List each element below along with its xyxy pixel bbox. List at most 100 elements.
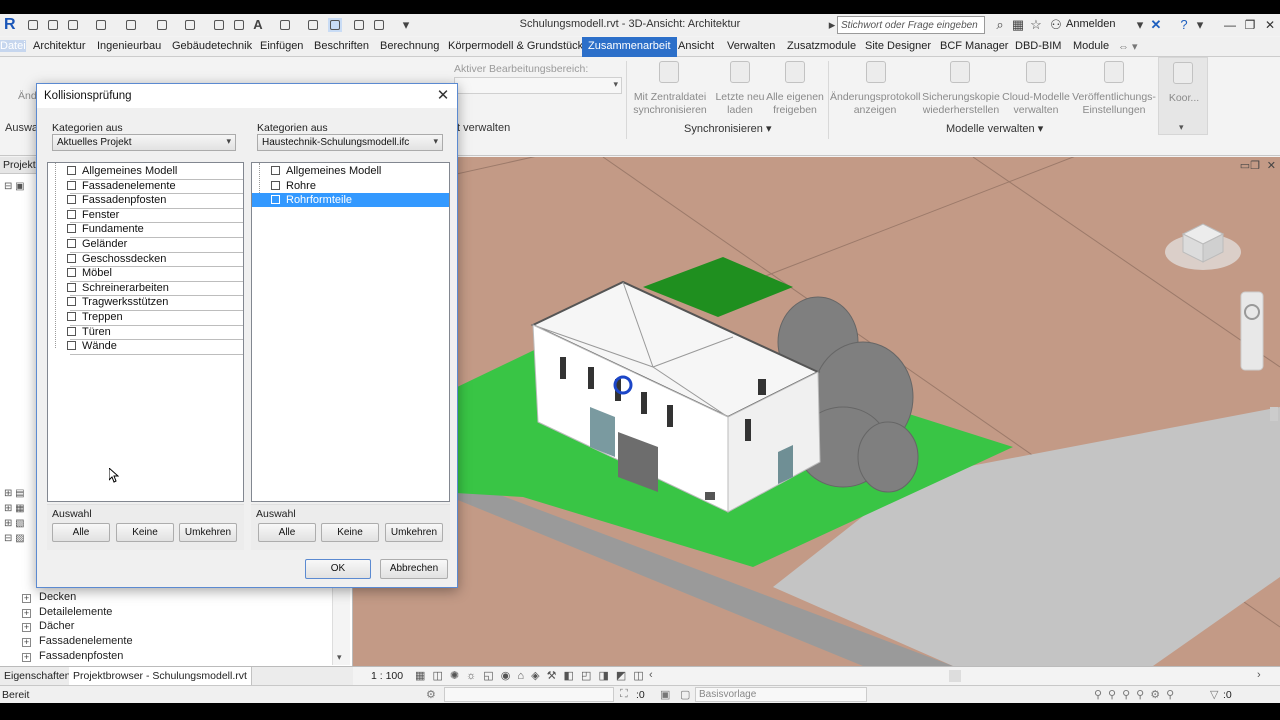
favorites-icon[interactable]: ☆	[1028, 17, 1044, 33]
undo-icon[interactable]	[94, 18, 108, 32]
publish-settings-icon[interactable]	[1100, 59, 1128, 85]
tab-architektur[interactable]: Architektur	[33, 40, 86, 52]
right-invert-selection-button[interactable]: Umkehren	[385, 523, 443, 542]
measure-icon[interactable]	[183, 18, 197, 32]
active-workset-combo[interactable]: ▾	[454, 77, 622, 94]
restore-backup-icon[interactable]	[946, 59, 974, 85]
left-category-item[interactable]: Möbel	[48, 266, 243, 280]
checkbox[interactable]	[67, 239, 76, 248]
main-model-icon[interactable]: ▢	[680, 688, 690, 701]
tab-verwalten[interactable]: Verwalten	[727, 40, 775, 52]
subscription-icon[interactable]: ▦	[1010, 17, 1026, 33]
sync-central-button[interactable]: Mit Zentraldatei synchronisieren	[630, 91, 710, 117]
left-category-item[interactable]: Geländer	[48, 237, 243, 251]
browser-scrollbar[interactable]: ▾	[332, 587, 350, 665]
filter-icon[interactable]: ▽	[1210, 688, 1218, 701]
view-control-icons[interactable]: ▦ ◫ ✺ ☼ ◱ ◉ ⌂ ◈ ⚒ ◧ ◰ ◨ ◩ ◫	[415, 669, 646, 682]
sign-in-link[interactable]: Anmelden	[1066, 18, 1116, 30]
view-template-combo[interactable]: Basisvorlage	[695, 687, 867, 702]
reload-latest-icon[interactable]	[726, 59, 754, 85]
open-icon[interactable]	[26, 18, 40, 32]
sync-central-icon[interactable]	[655, 59, 683, 85]
reload-latest-button[interactable]: Letzte neu laden	[712, 91, 768, 117]
view-close-icon[interactable]: ✕	[1267, 159, 1276, 172]
left-category-item[interactable]: Fassadenelemente	[48, 179, 243, 193]
left-invert-selection-button[interactable]: Umkehren	[179, 523, 237, 542]
app-logo[interactable]: R	[4, 16, 18, 34]
left-category-item[interactable]: Türen	[48, 325, 243, 339]
checkbox[interactable]	[67, 195, 76, 205]
checkbox[interactable]	[271, 195, 280, 205]
coordinate-button[interactable]: Koor...	[1161, 92, 1207, 105]
checkbox[interactable]	[67, 224, 76, 234]
checkbox[interactable]	[271, 166, 280, 175]
tag-icon[interactable]	[232, 18, 246, 32]
3d-view-canvas[interactable]: ▭❐ ✕	[353, 157, 1280, 666]
relinquish-all-icon[interactable]	[781, 59, 809, 85]
expand-icon[interactable]: +	[22, 623, 31, 632]
chevron-down-icon[interactable]: ▾	[1179, 122, 1184, 133]
right-select-none-button[interactable]: Keine	[321, 523, 379, 542]
coordinate-icon[interactable]	[1169, 60, 1197, 86]
ok-button[interactable]: OK	[305, 559, 371, 579]
show-history-icon[interactable]	[862, 59, 890, 85]
show-history-button[interactable]: Änderungsprotokoll anzeigen	[830, 91, 920, 117]
tab-koerpermodell[interactable]: Körpermodell & Grundstück	[448, 40, 583, 52]
tab-projektbrowser[interactable]: Projektbrowser - Schulungsmodell.rvt	[69, 667, 252, 685]
checkbox[interactable]	[67, 312, 76, 321]
manage-cloud-models-button[interactable]: Cloud-Modelle verwalten	[1001, 91, 1071, 117]
left-category-item[interactable]: Treppen	[48, 310, 243, 324]
right-category-item[interactable]: Rohrformteile	[252, 193, 449, 208]
right-source-select[interactable]: Haustechnik-Schulungsmodell.ifc ▾	[257, 134, 443, 151]
tab-zusammenarbeit[interactable]: Zusammenarbeit	[582, 37, 677, 58]
view-restore-icon[interactable]: ▭❐	[1240, 159, 1260, 172]
right-category-item[interactable]: Rohre	[252, 179, 449, 193]
left-category-list[interactable]: Allgemeines Modell Fassadenelemente Fassad…	[47, 162, 244, 502]
left-category-item[interactable]: Schreinerarbeiten	[48, 281, 243, 295]
schedules-node-icon[interactable]: ⊞ ▦	[4, 503, 34, 515]
checkbox[interactable]	[67, 166, 76, 175]
tab-bcf-manager[interactable]: BCF Manager	[940, 40, 1008, 52]
help-search-input[interactable]	[837, 16, 985, 34]
switch-windows-icon[interactable]	[372, 18, 386, 32]
left-category-item[interactable]: Geschossdecken	[48, 252, 243, 266]
sync-icon[interactable]	[66, 18, 80, 32]
workset-icon[interactable]: ⚙	[426, 688, 436, 701]
tab-einfuegen[interactable]: Einfügen	[260, 40, 303, 52]
signin-dropdown-icon[interactable]: ▾	[1132, 17, 1148, 33]
checkbox[interactable]	[67, 326, 76, 336]
left-category-item[interactable]: Fenster	[48, 208, 243, 222]
browser-item-fassadenelemente[interactable]: + Fassadenelemente	[22, 635, 133, 647]
left-category-item[interactable]: Tragwerksstützen	[48, 295, 243, 309]
tab-datei[interactable]: Datei	[0, 40, 26, 52]
section-icon[interactable]	[306, 18, 320, 32]
browser-item-detailelemente[interactable]: + Detailelemente	[22, 606, 112, 618]
browser-item-fassadenpfosten[interactable]: + Fassadenpfosten	[22, 650, 123, 662]
restore-backup-button[interactable]: Sicherungskopie wiederherstellen	[922, 91, 1000, 117]
workset-combo[interactable]	[444, 687, 614, 702]
horizontal-scroll-thumb[interactable]	[949, 670, 961, 682]
tab-site-designer[interactable]: Site Designer	[865, 40, 931, 52]
close-hidden-icon[interactable]	[352, 18, 366, 32]
checkbox[interactable]	[67, 268, 76, 278]
dialog-close-icon[interactable]: ✕	[434, 87, 452, 105]
expand-icon[interactable]: +	[22, 609, 31, 618]
legends-node-icon[interactable]: ⊞ ▤	[4, 488, 34, 500]
selection-filter-icons[interactable]: ⚲⚲⚲⚲⚙⚲	[1094, 688, 1180, 701]
checkbox[interactable]	[67, 209, 76, 219]
panel-sync-dropdown-icon[interactable]: ▾	[766, 123, 772, 135]
view-scale[interactable]: 1 : 100	[371, 670, 403, 682]
minimize-icon[interactable]: —	[1220, 16, 1240, 34]
left-source-select[interactable]: Aktuelles Projekt ▾	[52, 134, 236, 151]
checkbox[interactable]	[67, 180, 76, 190]
right-category-list[interactable]: Allgemeines Modell Rohre Rohrformteile	[251, 162, 450, 502]
save-icon[interactable]	[46, 18, 60, 32]
help-dropdown-icon[interactable]: ▾	[1192, 17, 1208, 33]
tab-module[interactable]: Module	[1073, 40, 1109, 52]
left-category-item[interactable]: Allgemeines Modell	[48, 164, 243, 178]
user-icon[interactable]: ⚇	[1048, 17, 1064, 33]
panel-models-dropdown-icon[interactable]: ▾	[1038, 123, 1044, 135]
scroll-down-icon[interactable]: ▾	[337, 652, 342, 663]
align-icon[interactable]	[212, 18, 226, 32]
tab-dbd-bim[interactable]: DBD-BIM	[1015, 40, 1061, 52]
